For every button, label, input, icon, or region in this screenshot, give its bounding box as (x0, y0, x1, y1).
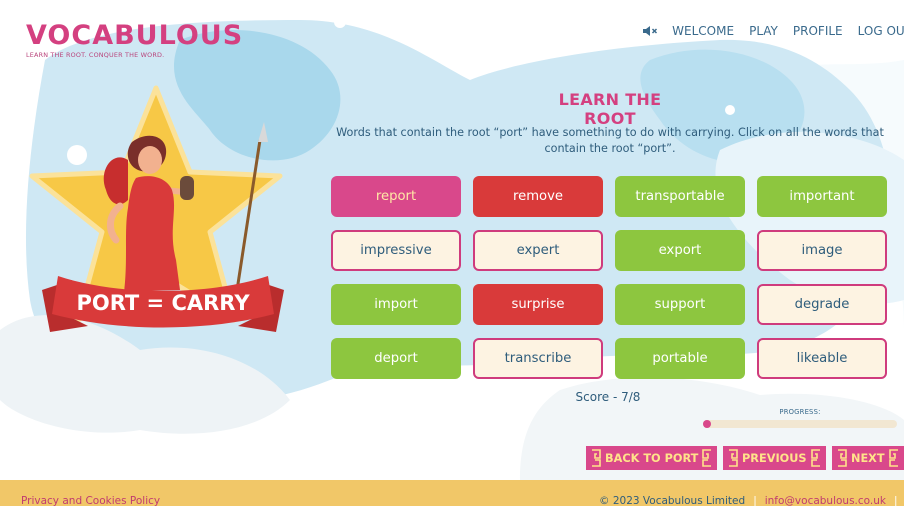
footer-right: © 2023 Vocabulous Limited | info@vocabul… (599, 495, 904, 506)
email-link[interactable]: info@vocabulous.co.uk (765, 495, 886, 506)
word-tile-export[interactable]: export (615, 230, 745, 271)
progress-label: PROGRESS: (779, 408, 821, 416)
greek-key-icon (838, 449, 847, 467)
hero-illustration: PORT = CARRY (29, 85, 284, 332)
word-tile-report[interactable]: report (331, 176, 461, 217)
word-tile-expert[interactable]: expert (473, 230, 603, 271)
footer-separator: | (753, 495, 757, 506)
progress-bar (703, 420, 897, 428)
greek-key-icon (888, 449, 898, 467)
page-heading: LEARN THE ROOT (558, 90, 662, 128)
word-tile-impressive[interactable]: impressive (331, 230, 461, 271)
word-tile-transcribe[interactable]: transcribe (473, 338, 603, 379)
nav-play[interactable]: PLAY (749, 24, 778, 38)
instructions-text: Words that contain the root “port” have … (336, 126, 884, 155)
next-label: NEXT (851, 451, 885, 465)
word-tile-transportable[interactable]: transportable (615, 176, 745, 217)
speaker-muted-icon[interactable] (642, 24, 658, 38)
greek-key-icon (810, 449, 820, 467)
word-tile-remove[interactable]: remove (473, 176, 603, 217)
word-tile-deport[interactable]: deport (331, 338, 461, 379)
greek-key-icon (702, 449, 712, 467)
word-grid: report remove transportable important im… (331, 176, 887, 379)
logo-tagline: LEARN THE ROOT. CONQUER THE WORD. (26, 51, 165, 59)
word-tile-image[interactable]: image (757, 230, 887, 271)
copyright-text: © 2023 Vocabulous Limited (599, 495, 746, 506)
word-tile-likeable[interactable]: likeable (757, 338, 887, 379)
greek-key-icon (729, 449, 738, 467)
word-tile-portable[interactable]: portable (615, 338, 745, 379)
back-to-port-button[interactable]: BACK TO PORT (586, 446, 718, 470)
progress-fill (703, 420, 711, 428)
previous-label: PREVIOUS (742, 451, 807, 465)
word-tile-important[interactable]: important (757, 176, 887, 217)
next-button[interactable]: NEXT (832, 446, 904, 470)
nav-log-out[interactable]: LOG OUT (858, 24, 904, 38)
word-tile-surprise[interactable]: surprise (473, 284, 603, 325)
back-to-port-label: BACK TO PORT (605, 451, 699, 465)
score-text: Score - 7/8 (575, 390, 641, 404)
nav-welcome[interactable]: WELCOME (672, 24, 734, 38)
nav-profile[interactable]: PROFILE (793, 24, 843, 38)
footer: Privacy and Cookies Policy © 2023 Vocabu… (0, 480, 904, 506)
word-tile-degrade[interactable]: degrade (757, 284, 887, 325)
footer-separator: | (893, 495, 898, 506)
privacy-policy-link[interactable]: Privacy and Cookies Policy (21, 495, 160, 506)
vocabulous-logo[interactable]: VOCABULOUS LEARN THE ROOT. CONQUER THE W… (26, 20, 244, 60)
previous-button[interactable]: PREVIOUS (723, 446, 826, 470)
greek-key-icon (592, 449, 601, 467)
logo-title: VOCABULOUS (26, 20, 244, 51)
word-tile-import[interactable]: import (331, 284, 461, 325)
banner-text: PORT = CARRY (76, 291, 250, 315)
top-navigation: WELCOME PLAY PROFILE LOG OUT (642, 23, 904, 39)
word-tile-support[interactable]: support (615, 284, 745, 325)
